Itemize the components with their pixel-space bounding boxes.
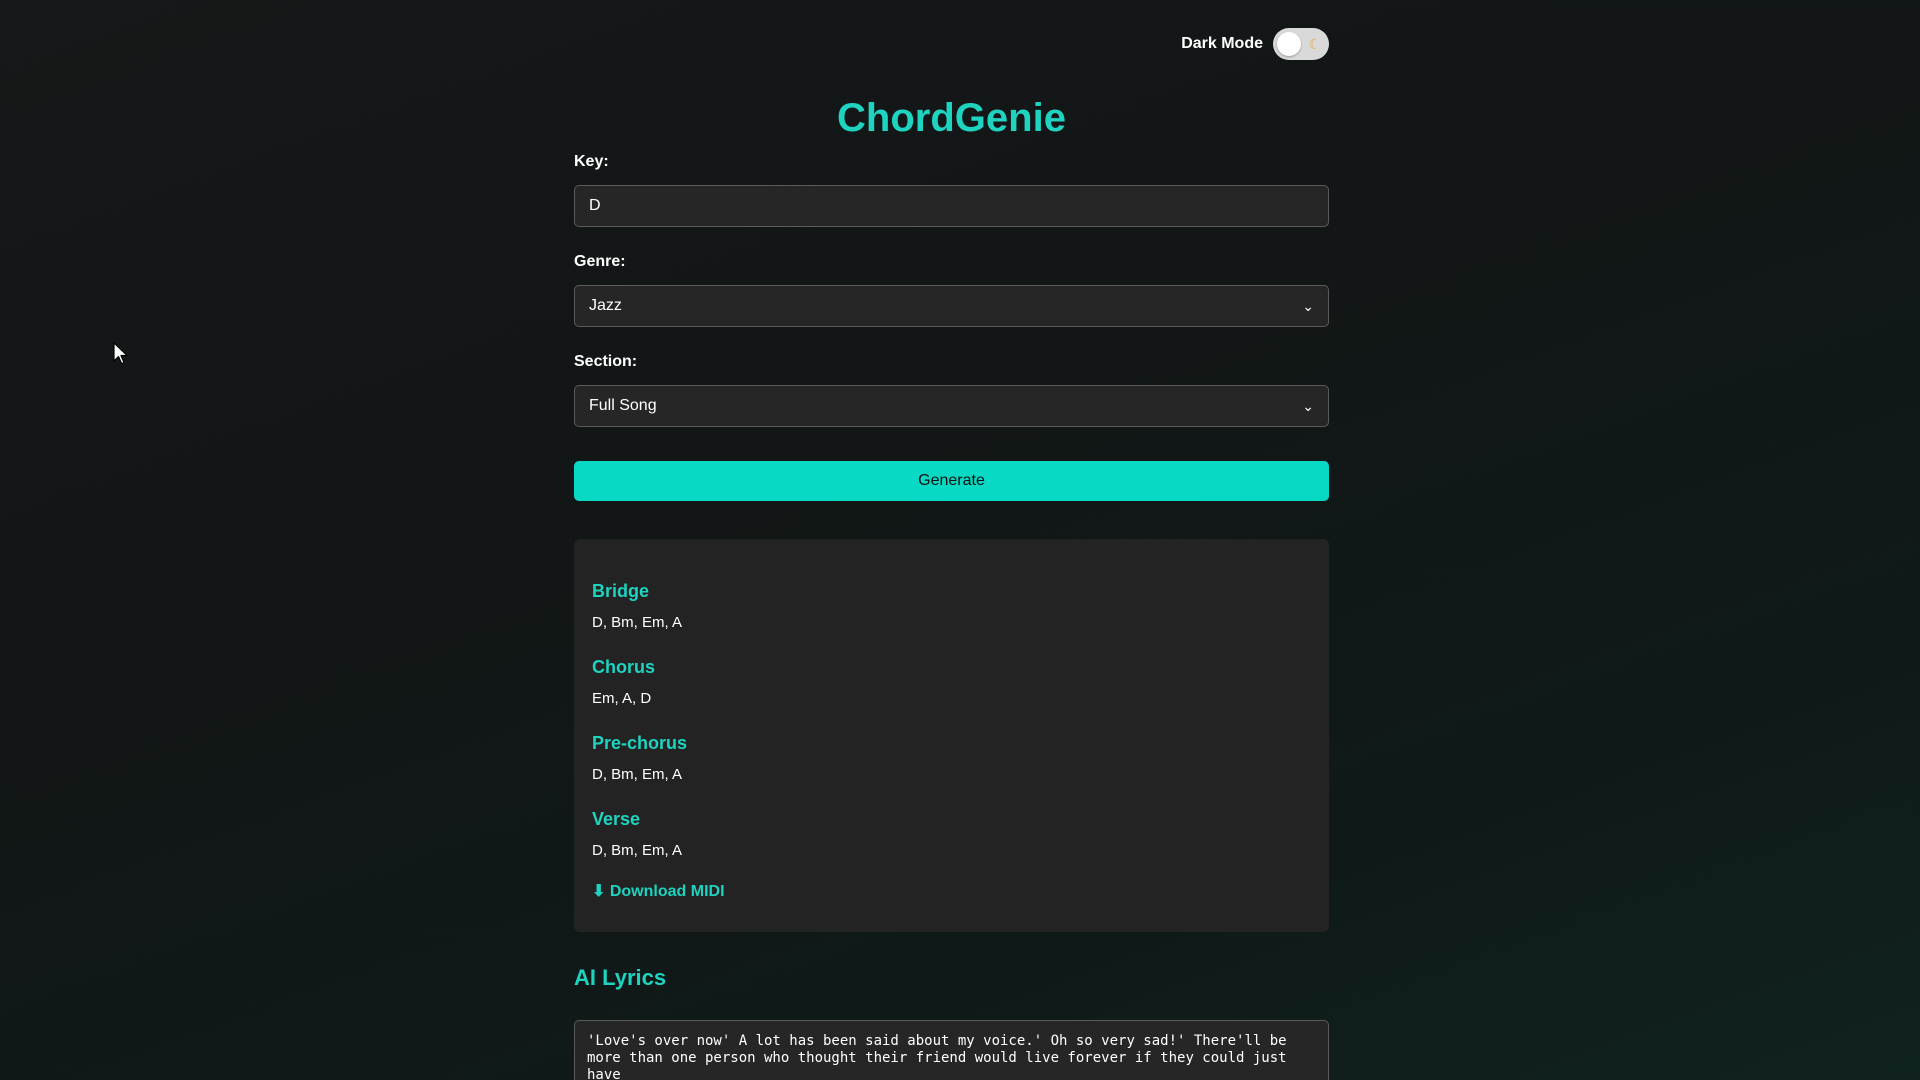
result-section-chorus: Chorus Em, A, D	[592, 655, 1311, 731]
section-select[interactable]: Full Song ⌄	[574, 385, 1329, 427]
dark-mode-control: Dark Mode ☾	[574, 26, 1329, 62]
section-chords: D, Bm, Em, A	[592, 842, 683, 859]
result-section-verse: Verse D, Bm, Em, A	[592, 807, 1311, 883]
section-heading: Bridge	[592, 581, 650, 601]
section-chords: D, Bm, Em, A	[592, 614, 683, 631]
key-label: Key:	[574, 153, 609, 170]
moon-icon: ☾	[1308, 36, 1321, 52]
key-input[interactable]: D	[574, 185, 1329, 227]
lyrics-heading: AI Lyrics	[574, 965, 667, 990]
dark-mode-toggle[interactable]: ☾	[1273, 28, 1329, 60]
mouse-cursor-icon	[113, 342, 128, 365]
genre-select-value: Jazz	[589, 297, 622, 314]
section-heading: Verse	[592, 809, 641, 829]
section-chords: D, Bm, Em, A	[592, 766, 683, 783]
chevron-down-icon: ⌄	[1302, 397, 1314, 414]
chevron-down-icon: ⌄	[1302, 297, 1314, 314]
section-chords: Em, A, D	[592, 690, 652, 707]
result-section-pre-chorus: Pre-chorus D, Bm, Em, A	[592, 731, 1311, 807]
section-heading: Pre-chorus	[592, 733, 688, 753]
chord-results-card: Bridge D, Bm, Em, A Chorus Em, A, D Pre-…	[574, 539, 1329, 932]
section-heading: Chorus	[592, 657, 655, 677]
generate-button[interactable]: Generate	[574, 461, 1329, 501]
result-section-bridge: Bridge D, Bm, Em, A	[592, 579, 1311, 655]
key-input-value: D	[589, 197, 601, 214]
download-midi-link[interactable]: ⬇ Download MIDI	[592, 881, 725, 901]
dark-mode-label: Dark Mode	[1181, 35, 1263, 52]
page-title: ChordGenie	[837, 96, 1066, 140]
genre-select[interactable]: Jazz ⌄	[574, 285, 1329, 327]
genre-label: Genre:	[574, 253, 626, 270]
lyrics-textarea[interactable]: 'Love's over now' A lot has been said ab…	[574, 1020, 1329, 1080]
section-select-value: Full Song	[589, 397, 657, 414]
section-label: Section:	[574, 353, 638, 370]
toggle-knob	[1277, 32, 1301, 56]
